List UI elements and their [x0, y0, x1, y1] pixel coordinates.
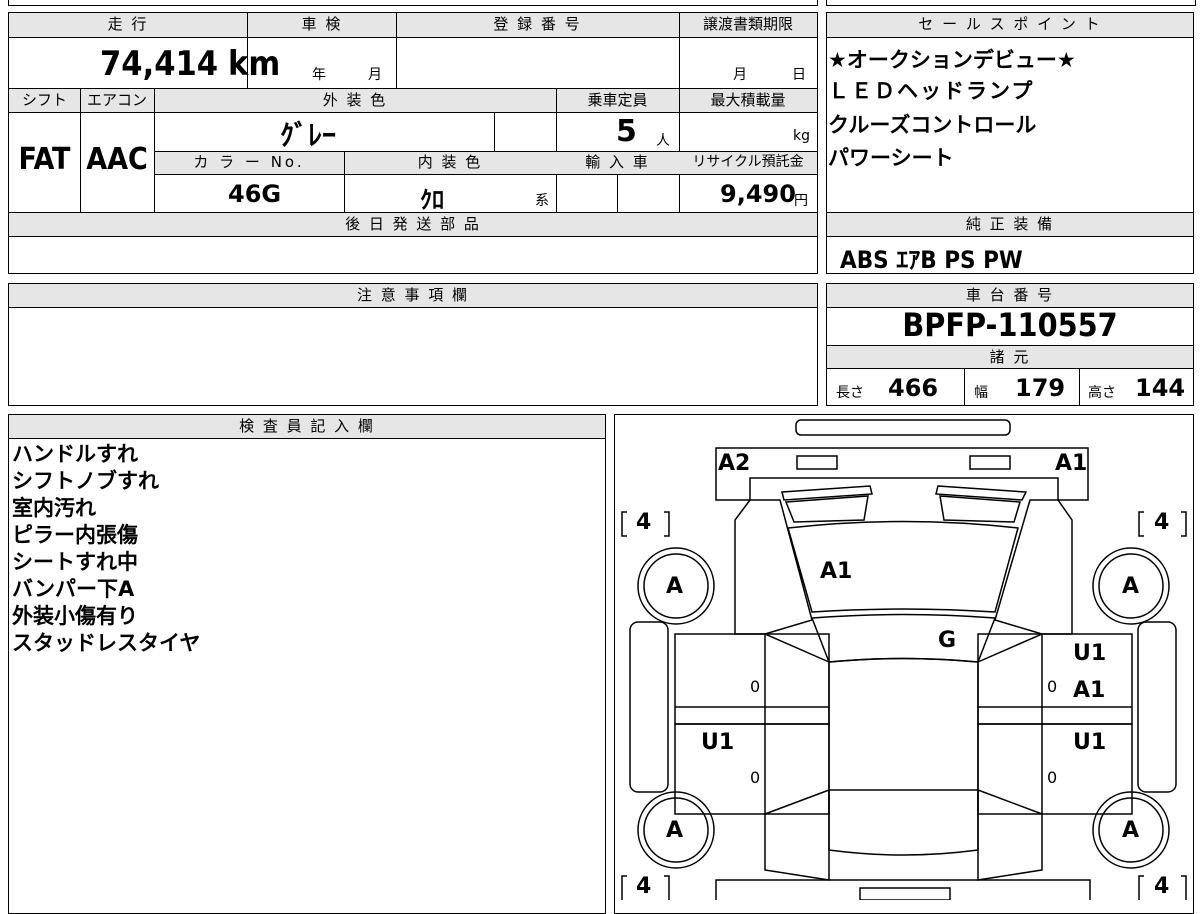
label-tire-fr: A — [1122, 574, 1140, 599]
label-zero: 0 — [1047, 677, 1058, 696]
label-tread-rr: 4 — [1154, 874, 1170, 899]
label-hood: A1 — [820, 559, 853, 584]
label-tire-rr: A — [1122, 818, 1140, 843]
label-tread-fl: 4 — [636, 510, 652, 535]
label-zero: 0 — [750, 677, 761, 696]
label-zero: 0 — [1047, 768, 1058, 787]
label-right-front-door-1: U1 — [1073, 641, 1107, 666]
label-tread-fr: 4 — [1154, 510, 1170, 535]
label-front-right: A1 — [1055, 451, 1088, 476]
label-zero: 0 — [750, 768, 761, 787]
label-tire-rl: A — [666, 818, 684, 843]
car-diagram — [621, 419, 1187, 900]
label-right-rear-door: U1 — [1073, 730, 1107, 755]
label-tire-fl: A — [666, 574, 684, 599]
label-front-left: A2 — [718, 451, 751, 476]
label-left-rear-door: U1 — [701, 730, 735, 755]
label-tread-rl: 4 — [636, 874, 652, 899]
label-right-front-door-2: A1 — [1073, 678, 1106, 703]
label-windshield: G — [938, 628, 957, 653]
